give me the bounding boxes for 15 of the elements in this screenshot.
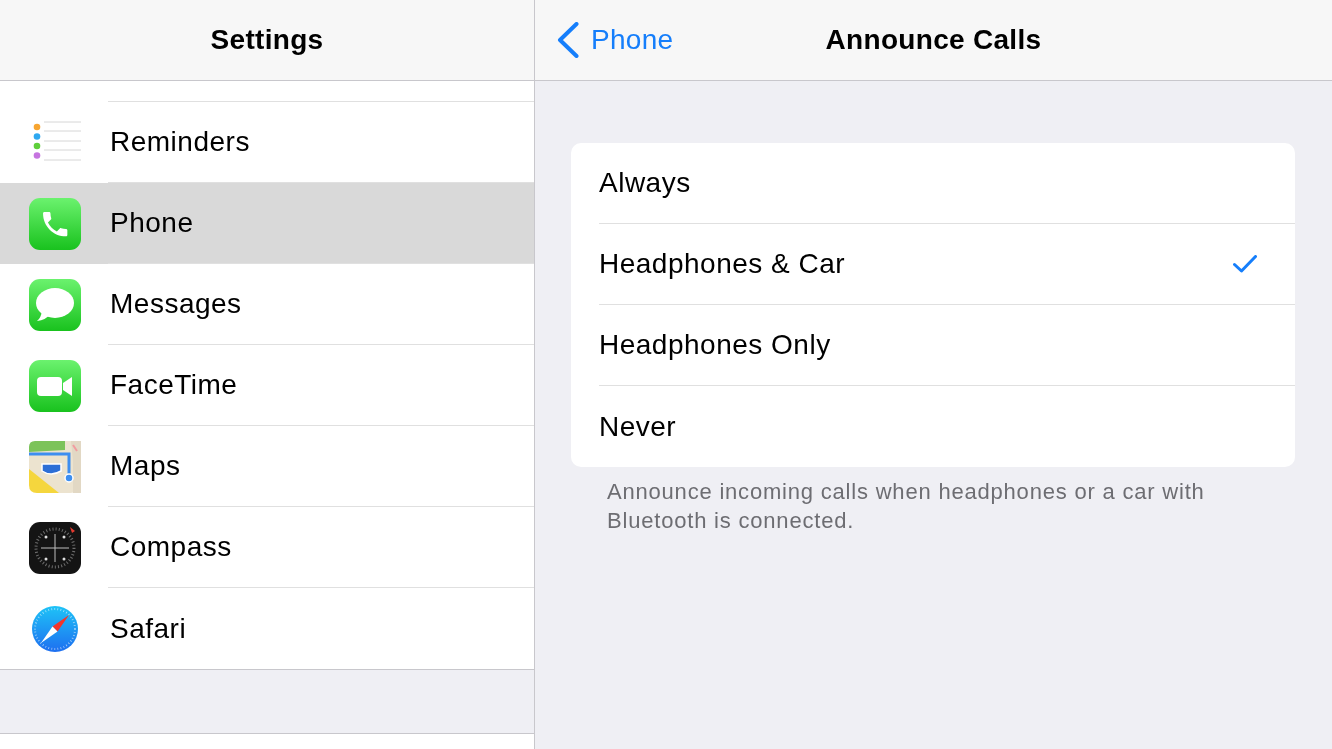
map-icon — [29, 440, 81, 493]
speech-bubble-icon — [29, 278, 81, 331]
announce-option[interactable]: Always — [571, 143, 1295, 224]
navigation-title: Announce Calls — [825, 23, 1042, 57]
chevron-left-icon — [557, 22, 579, 58]
announce-option[interactable]: Headphones & Car — [571, 224, 1295, 305]
compass-dial-icon — [29, 521, 81, 574]
announce-option[interactable]: Headphones Only — [571, 305, 1295, 386]
footer-note: Announce incoming calls when headphones or a car with Bluetooth is connected. — [607, 478, 1206, 535]
announce-option[interactable]: Never — [571, 386, 1295, 467]
settings-item[interactable]: Phone — [0, 183, 534, 264]
phone-handset-icon — [29, 197, 81, 250]
navigation-title: Settings — [210, 23, 324, 57]
video-camera-icon — [29, 359, 81, 412]
back-button[interactable]: Phone — [535, 19, 674, 61]
